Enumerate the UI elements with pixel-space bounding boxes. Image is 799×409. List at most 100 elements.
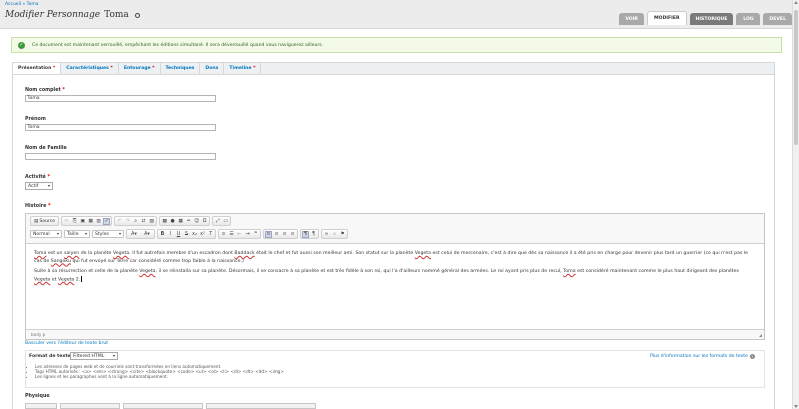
activite-select[interactable]: Actif [25,182,53,190]
story-paragraph-2: Suite à sa résurrection et celle de la p… [34,269,739,282]
vertical-scrollbar[interactable] [792,0,799,409]
special-char-icon[interactable]: Ω [201,218,208,225]
styles-combo[interactable]: Styles [92,230,124,238]
physique-toolbar-button[interactable] [123,403,203,409]
ltr-icon[interactable]: ¶ [302,230,309,238]
remove-format-icon[interactable]: T [207,231,214,238]
nom-complet-input[interactable]: Toma [25,95,216,102]
justify-icon[interactable]: ≡ [289,231,296,238]
text-format-select[interactable]: Filtered HTML [70,352,118,360]
nom-famille-input[interactable] [25,153,216,160]
status-message: ✓ Ce document est maintenant verrouillé,… [11,37,782,53]
indent-icon[interactable]: ⇥ [244,231,251,238]
shortcut-icon[interactable] [134,12,140,18]
size-combo[interactable]: Taille [64,230,90,238]
underline-icon[interactable]: U [175,231,182,238]
anchor-icon[interactable]: ⚑ [339,231,346,238]
rtl-icon[interactable]: ¶ [310,231,317,238]
align-right-icon[interactable]: ≡ [281,231,288,238]
subscript-icon[interactable]: x₂ [191,231,198,238]
text-format-tips: Les adresses de pages web et de courriel… [31,364,284,380]
select-all-icon[interactable]: ▨ [148,218,155,225]
nom-famille-label: Nom de Famille [25,146,67,151]
rich-text-editor: ▤ Source ✂ ⎘ ▣ ▦ ▥ ✓ ↶ ↷ ⌕ ⇄ ▨ ▩ ● ▦ ═ ☺ … [25,213,765,340]
chevron-down-icon [119,233,121,235]
status-message-text: Ce document est maintenant verrouillé, e… [32,42,324,48]
chevron-down-icon [85,233,87,235]
tab-caracteristiques[interactable]: Caractéristiques * [61,63,119,74]
numbered-list-icon[interactable]: ≡ [220,231,227,238]
physique-toolbar-button[interactable] [25,403,57,409]
prenom-input[interactable]: Toma [25,124,216,131]
source-button[interactable]: ▤ Source [32,219,57,224]
breadcrumb[interactable]: Accueil » Toma [5,2,39,7]
superscript-icon[interactable]: x² [199,231,206,238]
chevron-down-icon [48,185,50,187]
tab-presentation[interactable]: Présentation * [13,63,62,74]
spellcheck-icon[interactable]: ✓ [103,217,111,225]
editor-content[interactable]: Toma est un saiyen de la planète Vegeta.… [26,243,764,330]
strike-icon[interactable]: S [183,231,190,238]
physique-toolbar-button[interactable] [206,403,316,409]
format-combo[interactable]: Normal [30,230,62,238]
image-icon[interactable]: ▩ [161,218,168,225]
element-path: body p [31,332,46,337]
resize-handle-icon[interactable] [759,334,762,337]
tab-timeline[interactable]: Timeline * [224,63,262,74]
switch-plain-editor-link[interactable]: Basculer vers l'éditeur de texte brut [25,341,108,346]
tab-historique[interactable]: HISTORIQUE [689,13,734,25]
tab-modifier[interactable]: MODIFIER [646,11,687,25]
redo-icon[interactable]: ↷ [124,218,131,225]
table-icon[interactable]: ▦ [177,218,184,225]
story-paragraph-1: Toma est un saiyen de la planète Vegeta.… [34,251,749,264]
tab-log[interactable]: LOG [736,13,761,25]
check-icon: ✓ [18,41,25,49]
tab-entourage[interactable]: Entourage * [119,63,161,74]
blockquote-icon[interactable]: ❞ [252,231,259,238]
tab-techniques[interactable]: Techniques [161,63,201,74]
text-format-label: Format de texte [29,354,71,359]
italic-icon[interactable]: I [167,231,174,238]
text-cursor [80,275,82,282]
scroll-down-icon[interactable] [794,405,798,408]
scroll-up-icon[interactable] [794,1,798,4]
physique-toolbar-button[interactable] [60,403,120,409]
text-color-icon[interactable]: A▾ [128,231,140,238]
flash-icon[interactable]: ● [169,218,176,225]
find-icon[interactable]: ⌕ [132,218,139,225]
maximize-icon[interactable]: ⤢ [214,218,221,225]
unlink-icon[interactable]: ∞ [331,231,338,238]
primary-tabs: VOIR MODIFIER HISTORIQUE LOG DEVEL [619,11,792,25]
paste-text-icon[interactable]: ▦ [87,218,94,225]
link-icon[interactable]: ∞ [323,231,330,238]
replace-icon[interactable]: ⇄ [140,218,147,225]
bg-color-icon[interactable]: A▾ [141,231,153,238]
bold-icon[interactable]: B [159,231,166,238]
source-icon: ▤ [34,218,39,224]
tab-devel[interactable]: DEVEL [763,13,792,25]
smiley-icon[interactable]: ☺ [193,218,200,225]
align-center-icon[interactable]: ≡ [273,231,280,238]
outdent-icon[interactable]: ⇤ [236,231,243,238]
copy-icon[interactable]: ⎘ [71,218,78,225]
align-left-icon[interactable]: ≡ [265,230,272,238]
undo-icon[interactable]: ↶ [116,218,123,225]
paste-icon[interactable]: ▣ [79,218,86,225]
paste-word-icon[interactable]: ▥ [95,218,102,225]
scrollbar-thumb[interactable] [794,10,798,145]
editor-toolbar-row-2: Normal Taille Styles A▾ A▾ B I U S x₂ x²… [30,229,348,239]
page-title: Modifier Personnage Toma [5,10,140,20]
page-title-name: Toma [104,10,129,20]
prenom-label: Prénom [25,117,46,122]
physique-toolbar [25,403,765,409]
tab-voir[interactable]: VOIR [619,13,644,25]
cut-icon[interactable]: ✂ [63,218,70,225]
list-item: Les lignes et les paragraphes vont à la … [35,374,284,379]
horizontal-rule-icon[interactable]: ═ [185,218,192,225]
show-blocks-icon[interactable]: ▭ [222,218,229,225]
physique-label: Physique [25,394,50,399]
chevron-down-icon [57,233,59,235]
tab-dons[interactable]: Dons [200,63,225,74]
bulleted-list-icon[interactable]: ☰ [228,231,235,238]
text-format-help-link[interactable]: Plus d'information sur les formats de te… [650,354,755,359]
